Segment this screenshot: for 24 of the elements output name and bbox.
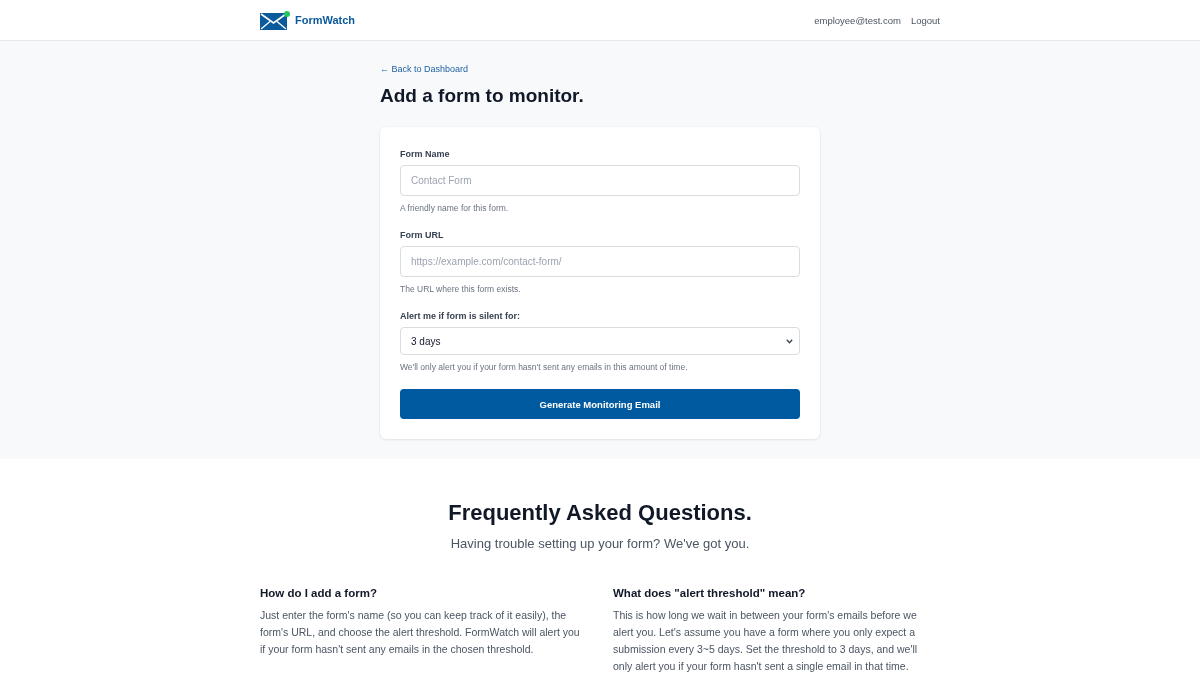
text-input[interactable]: Contact Form [400, 165, 800, 196]
faq-question: What does "alert threshold" mean? [613, 586, 807, 601]
faq-answer: This is how long we wait in between your form's emails before we alert you. Let's assume you have a form where you only expect a submission every 3~5 days. Set the threshold to 3 days, and we'll only alert you if your form hasn't sent a single email in that time. [613, 608, 919, 674]
text-input[interactable]: https://example.com/contact-form/ [400, 246, 800, 277]
help-text: We'll only alert you if your form hasn't sent any emails in this amount of time. [400, 361, 689, 373]
field-label: Alert me if form is silent for: [400, 310, 522, 322]
chevron-down-icon [786, 338, 793, 344]
back-link[interactable]: ← Back to Dashboard [380, 63, 469, 75]
faq-title: Frequently Asked Questions. [448, 499, 752, 527]
faq-question: How do I add a form? [260, 586, 378, 601]
help-text: A friendly name for this form. [400, 202, 510, 214]
page-title: Add a form to monitor. [380, 84, 584, 108]
faq-subtitle: Having trouble setting up your form? We've got you. [450, 535, 750, 553]
help-text: The URL where this form exists. [400, 283, 522, 295]
field-label: Form URL [400, 229, 445, 241]
brand-logo-link[interactable]: FormWatch [260, 10, 356, 30]
user-email: employee@test.com [814, 14, 901, 26]
faq-answer: Just enter the form's name (so you can keep track of it easily), the form's URL, and choose the alert threshold. FormWatch will alert you if your form hasn't sent any emails in the chosen threshold. [260, 608, 580, 657]
brand-name: FormWatch [295, 14, 356, 26]
logout-link[interactable]: Logout [910, 14, 940, 26]
generate-button[interactable]: Generate Monitoring Email [400, 389, 800, 419]
select-dropdown[interactable]: 3 days [400, 327, 800, 355]
envelope-icon [260, 10, 290, 30]
field-label: Form Name [400, 148, 451, 160]
